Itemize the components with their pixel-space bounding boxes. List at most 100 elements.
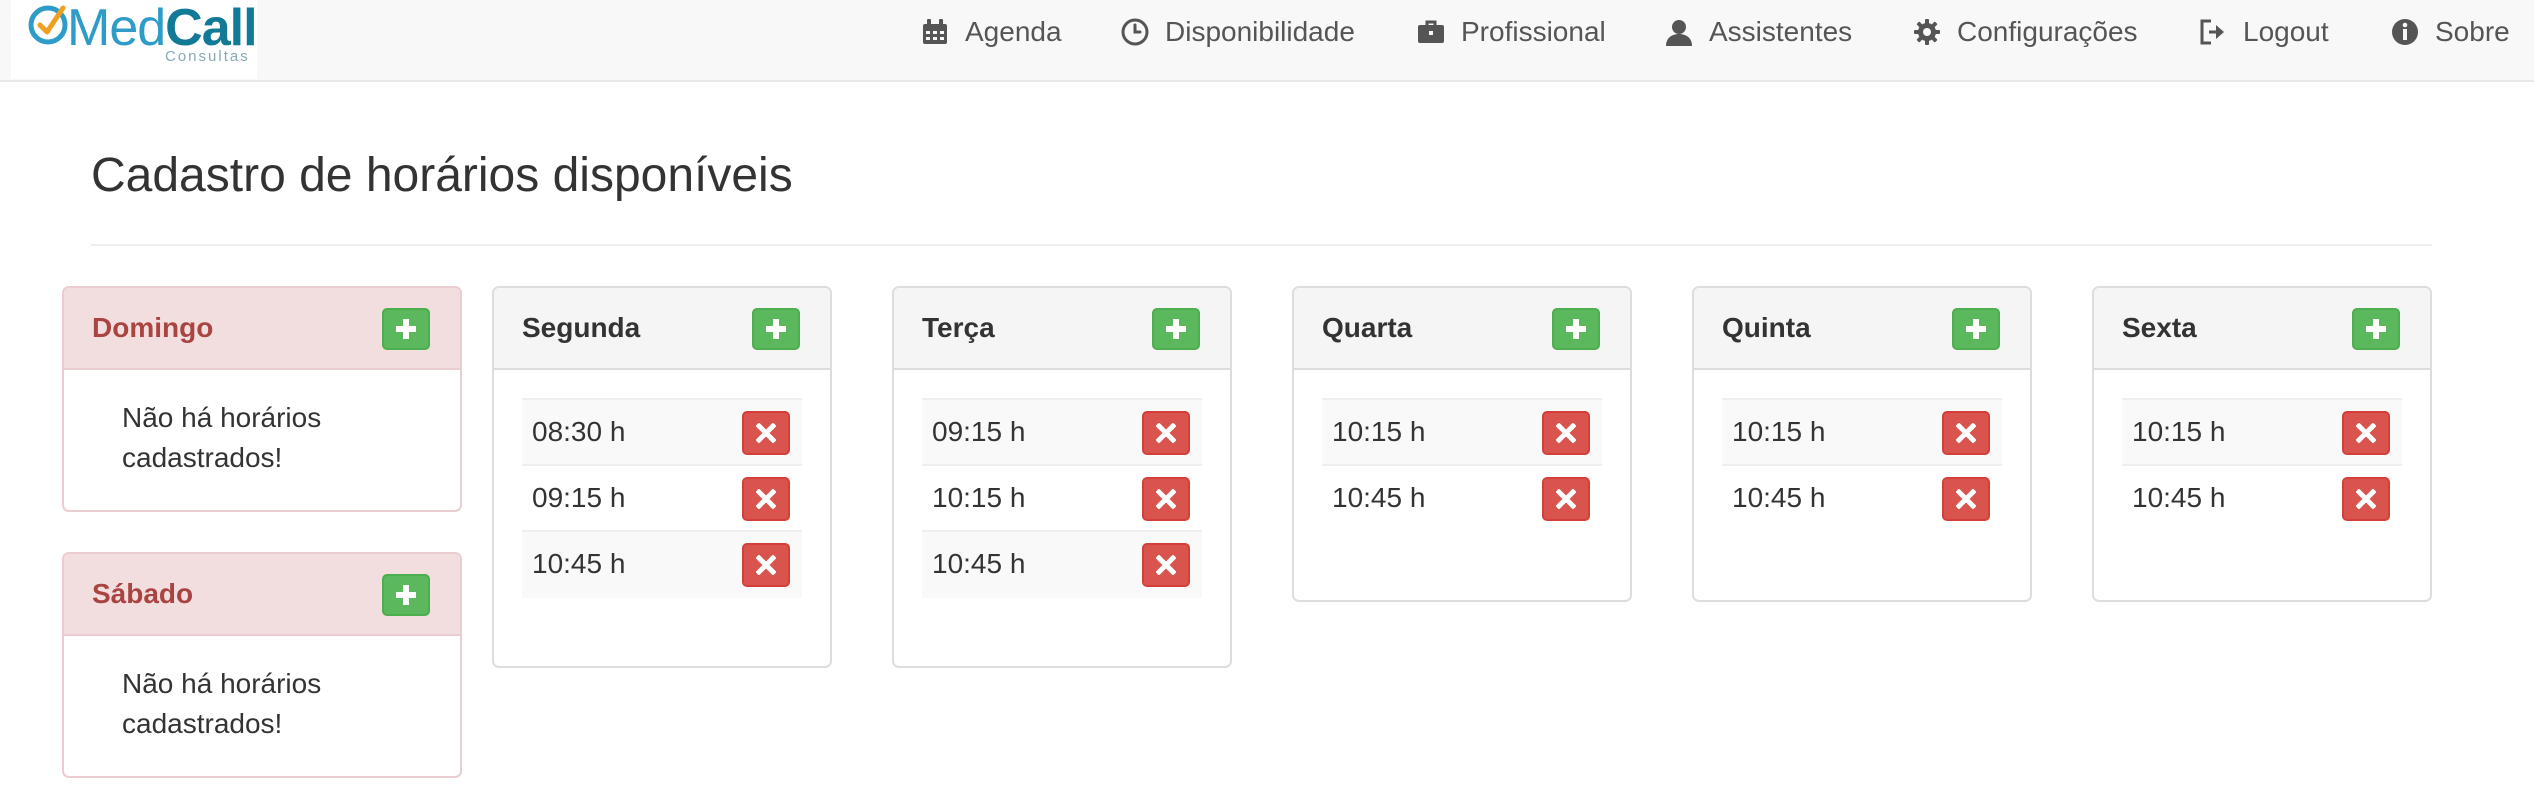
nav-agenda[interactable]: Agenda [921,0,1062,64]
time-slot-row: 08:30 h [522,400,802,466]
nav-logout[interactable]: Logout [2199,0,2329,64]
time-slot-row: 10:45 h [1722,466,2002,532]
remove-icon [1156,555,1176,575]
time-slot-list: 10:15 h 10:45 h [2122,398,2402,532]
logout-icon [2200,19,2224,45]
time-slot-list: 10:15 h 10:45 h [1722,398,2002,532]
time-slot-row: 10:15 h [1322,400,1602,466]
add-slot-button-sexta[interactable] [2352,308,2400,350]
day-title-domingo: Domingo [92,312,214,343]
logo-clock-icon [28,5,68,45]
panel-heading: Sexta [2094,288,2430,370]
panel-body: 10:15 h 10:45 h [2094,370,2430,560]
day-title-quinta: Quinta [1722,312,1811,343]
add-slot-button-domingo[interactable] [382,308,430,350]
time-slot-label: 10:15 h [1732,416,1826,447]
day-title-terca: Terça [922,312,995,343]
remove-slot-button[interactable] [742,411,790,455]
time-slot-row: 09:15 h [922,400,1202,466]
time-slot-label: 10:45 h [2132,482,2226,513]
time-slot-label: 10:45 h [1332,482,1426,513]
time-slot-row: 10:45 h [922,532,1202,598]
empty-message-sabado: Não há horários cadastrados! [122,668,322,739]
day-panel-quarta: Quarta 10:15 h 10:45 h [1292,286,1632,602]
panel-body: Não há horários cadastrados! [64,370,460,506]
nav-configuracoes[interactable]: Configurações [1913,0,2138,64]
day-panel-sabado: Sábado Não há horários cadastrados! [62,552,462,778]
brand-name: MedCall [67,0,258,57]
brand-name-med: Med [67,0,166,57]
remove-icon [2356,423,2376,443]
panel-body: 09:15 h 10:15 h 10:45 h [894,370,1230,626]
time-slot-row: 10:45 h [1322,466,1602,532]
add-slot-button-quarta[interactable] [1552,308,1600,350]
panel-body: 10:15 h 10:45 h [1694,370,2030,560]
add-slot-button-sabado[interactable] [382,574,430,616]
remove-icon [1156,423,1176,443]
panel-body: 10:15 h 10:45 h [1294,370,1630,560]
info-icon [2392,19,2418,45]
panel-heading: Domingo [64,288,460,370]
time-slot-label: 10:15 h [932,482,1026,513]
nav-assistentes[interactable]: Assistentes [1665,0,1852,64]
time-slot-list: 09:15 h 10:15 h 10:45 h [922,398,1202,598]
day-title-segunda: Segunda [522,312,641,343]
remove-slot-button[interactable] [2342,411,2390,455]
day-title-sabado: Sábado [92,578,194,609]
time-slot-list: 08:30 h 09:15 h 10:45 h [522,398,802,598]
time-slot-row: 10:15 h [1722,400,2002,466]
empty-message-domingo: Não há horários cadastrados! [122,402,322,473]
panel-heading: Quinta [1694,288,2030,370]
gear-icon [1914,19,1940,45]
remove-slot-button[interactable] [1142,411,1190,455]
remove-slot-button[interactable] [2342,477,2390,521]
nav-logout-label: Logout [2243,16,2329,47]
remove-icon [756,555,776,575]
plus-icon [396,585,416,605]
remove-slot-button[interactable] [1542,411,1590,455]
remove-slot-button[interactable] [1142,477,1190,521]
top-navbar: MedCall Consultas Agenda Disponibilidade… [0,0,2534,82]
brand-subtitle: Consultas [165,48,250,65]
day-title-sexta: Sexta [2122,312,2197,343]
header-divider [91,244,2432,246]
time-slot-row: 09:15 h [522,466,802,532]
day-panel-terca: Terça 09:15 h 10:15 h 10:45 h [892,286,1232,668]
remove-slot-button[interactable] [1142,543,1190,587]
remove-icon [1156,489,1176,509]
nav-sobre-label: Sobre [2435,16,2510,47]
add-slot-button-terca[interactable] [1152,308,1200,350]
remove-slot-button[interactable] [1942,411,1990,455]
plus-icon [1166,319,1186,339]
add-slot-button-segunda[interactable] [752,308,800,350]
remove-slot-button[interactable] [1542,477,1590,521]
remove-slot-button[interactable] [1942,477,1990,521]
remove-slot-button[interactable] [742,543,790,587]
nav-configuracoes-label: Configurações [1957,16,2138,47]
time-slot-label: 10:15 h [2132,416,2226,447]
remove-slot-button[interactable] [742,477,790,521]
day-panel-segunda: Segunda 08:30 h 09:15 h 10:45 h [492,286,832,668]
remove-icon [756,423,776,443]
time-slot-label: 09:15 h [932,416,1026,447]
calendar-icon [923,19,947,44]
page-title: Cadastro de horários disponíveis [91,149,793,202]
nav-profissional-label: Profissional [1461,16,1606,47]
day-panel-domingo: Domingo Não há horários cadastrados! [62,286,462,512]
time-slot-label: 10:45 h [1732,482,1826,513]
panel-heading: Terça [894,288,1230,370]
add-slot-button-quinta[interactable] [1952,308,2000,350]
nav-sobre[interactable]: Sobre [2391,0,2510,64]
nav-profissional[interactable]: Profissional [1417,0,1606,64]
time-slot-row: 10:15 h [2122,400,2402,466]
nav-assistentes-label: Assistentes [1709,16,1853,47]
remove-icon [1556,489,1576,509]
plus-icon [766,319,786,339]
remove-icon [1956,423,1976,443]
brand-logo-link[interactable]: MedCall Consultas [11,0,258,79]
day-title-quarta: Quarta [1322,312,1413,343]
nav-disponibilidade[interactable]: Disponibilidade [1121,0,1355,64]
user-icon [1666,20,1692,46]
briefcase-icon [1418,20,1444,43]
remove-icon [2356,489,2376,509]
